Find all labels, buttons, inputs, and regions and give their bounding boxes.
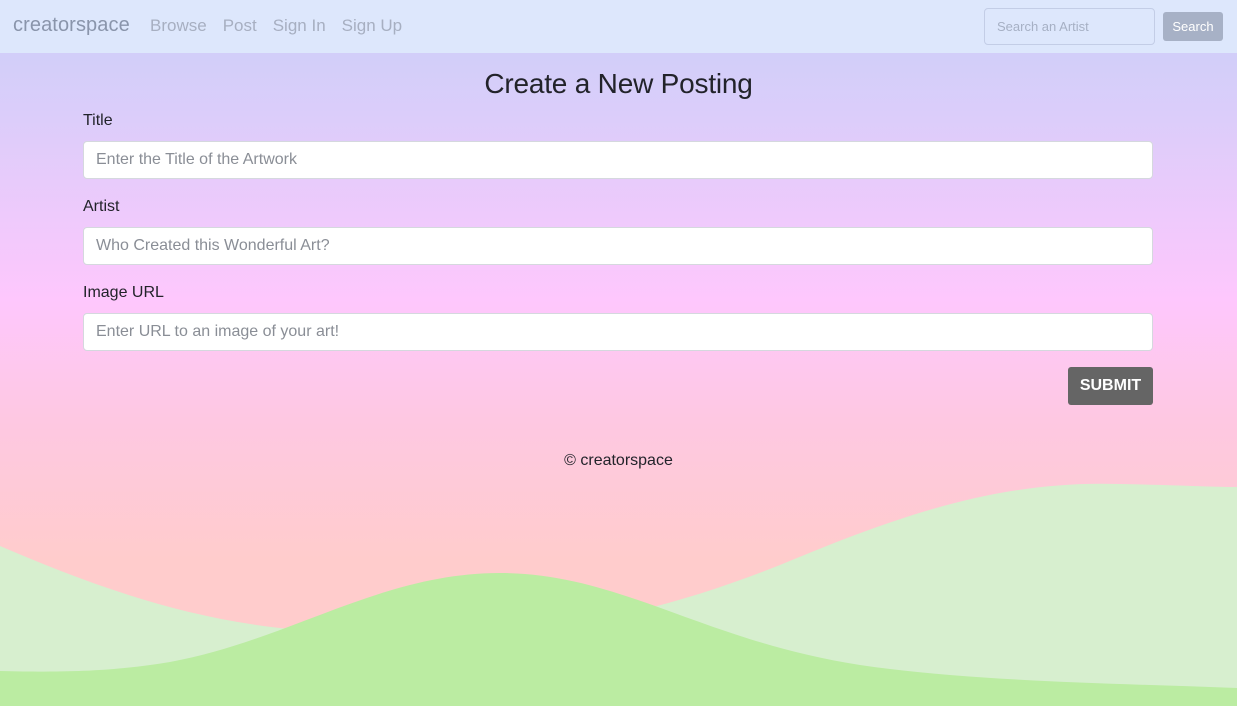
nav-link-sign-up[interactable]: Sign Up [342,16,402,36]
nav-link-sign-in[interactable]: Sign In [273,16,326,36]
artist-input[interactable] [83,227,1153,265]
navbar: creatorspace Browse Post Sign In Sign Up… [0,0,1237,53]
nav-link-post[interactable]: Post [223,16,257,36]
image-url-input[interactable] [83,313,1153,351]
background-hills [0,483,1237,706]
footer-copyright: © creatorspace [564,452,673,469]
search-button[interactable]: Search [1163,12,1223,41]
search-input[interactable] [984,8,1155,45]
image-url-label: Image URL [83,284,164,301]
artist-label: Artist [83,198,120,215]
brand-logo[interactable]: creatorspace [13,14,130,37]
title-input[interactable] [83,141,1153,179]
title-label: Title [83,112,113,129]
nav-link-browse[interactable]: Browse [150,16,207,36]
submit-button[interactable]: SUBMIT [1068,367,1153,405]
page-title: Create a New Posting [484,68,753,99]
nav-links: Browse Post Sign In Sign Up [150,16,418,36]
